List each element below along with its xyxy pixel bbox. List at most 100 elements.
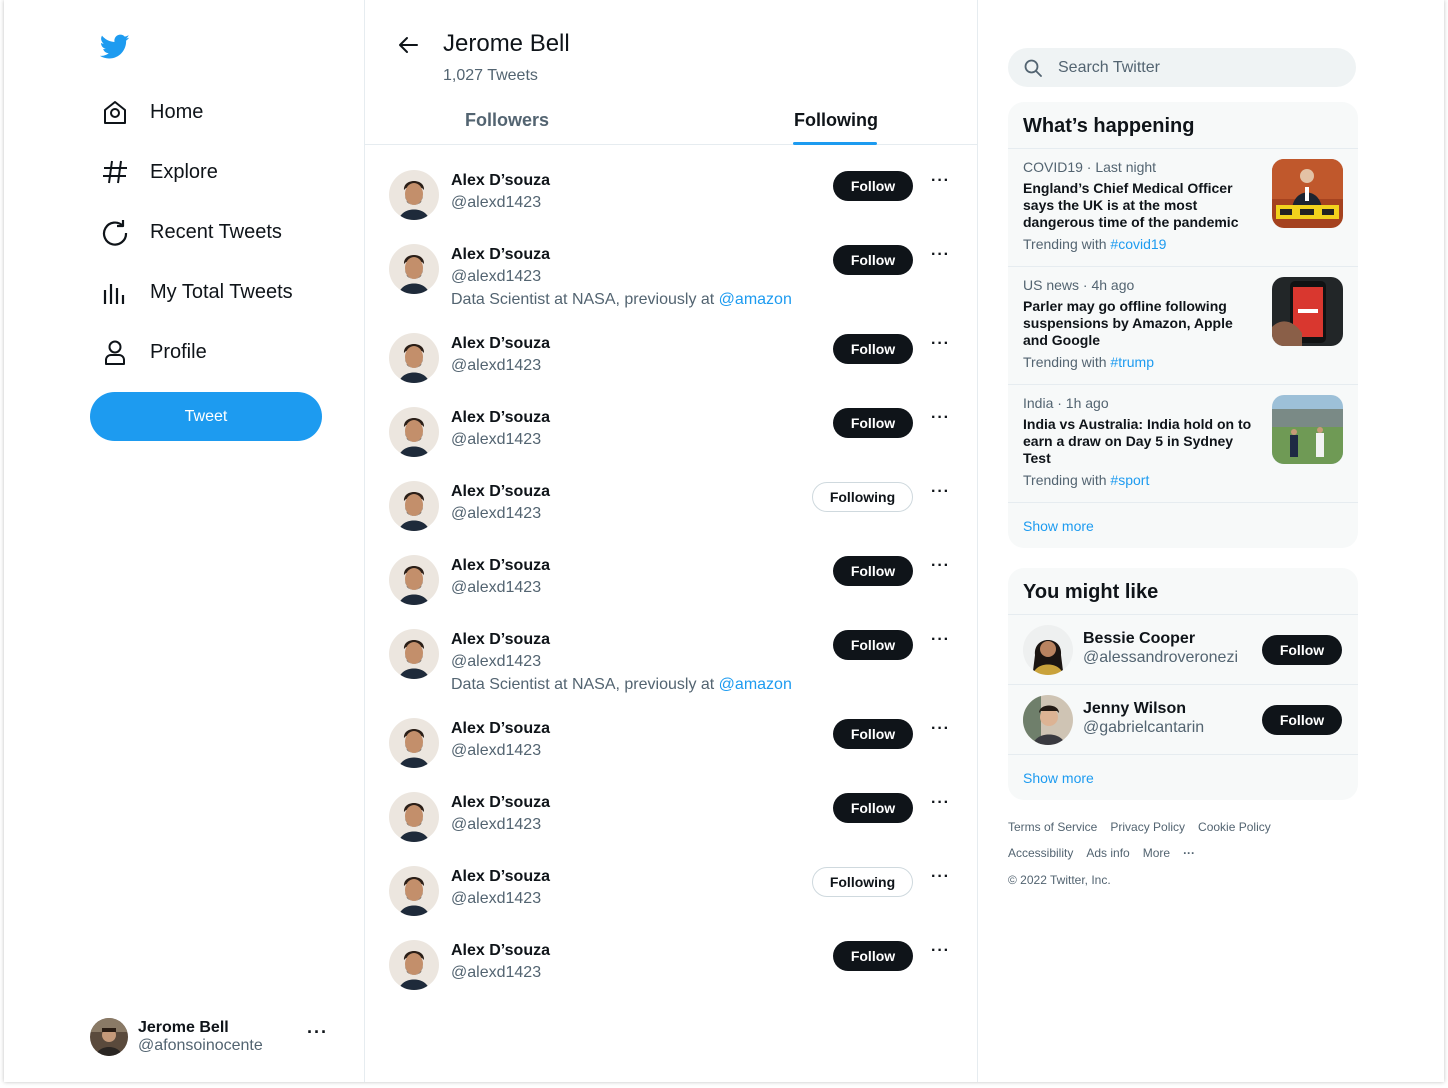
following-button[interactable]: Following <box>812 867 913 897</box>
footer-link-ads-info[interactable]: Ads info <box>1086 840 1129 866</box>
follow-button[interactable]: Follow <box>833 556 913 586</box>
account-switcher[interactable]: Jerome Bell @afonsoinocente ··· <box>90 1016 330 1058</box>
suggested-user[interactable]: Jenny Wilson @gabrielcantarin Follow <box>1008 684 1358 754</box>
follow-button[interactable]: Follow <box>1262 705 1342 735</box>
user-handle: @alexd1423 <box>451 431 542 448</box>
show-more-link[interactable]: Show more <box>1008 754 1358 800</box>
follow-button[interactable]: Follow <box>833 408 913 438</box>
list-item[interactable]: Alex D’souza @alexd1423 Follow ··· <box>389 940 957 990</box>
more-icon[interactable]: ··· <box>931 172 950 190</box>
more-icon[interactable]: ··· <box>931 794 950 812</box>
trending-prefix: Trending with <box>1023 354 1111 370</box>
back-arrow-icon[interactable] <box>395 32 421 58</box>
bio-mention-link[interactable]: @amazon <box>719 676 792 693</box>
user-name[interactable]: Alex D’souza <box>451 483 550 501</box>
avatar <box>1023 625 1073 675</box>
user-name[interactable]: Alex D’souza <box>451 631 550 649</box>
nav-item-explore[interactable]: Explore <box>100 142 293 202</box>
user-name[interactable]: Alex D’souza <box>451 246 550 264</box>
user-name[interactable]: Alex D’souza <box>451 557 550 575</box>
list-item[interactable]: Alex D’souza @alexd1423 Follow ··· <box>389 170 957 220</box>
user-name[interactable]: Alex D’souza <box>451 172 550 190</box>
account-handle: @afonsoinocente <box>138 1037 263 1054</box>
user-name[interactable]: Alex D’souza <box>451 335 550 353</box>
list-item[interactable]: Alex D’souza @alexd1423 Data Scientist at … <box>389 629 957 703</box>
suggested-user[interactable]: Bessie Cooper @alessandroveronezi Follow <box>1008 614 1358 684</box>
more-icon[interactable]: ··· <box>931 246 950 264</box>
more-icon[interactable]: ··· <box>931 631 950 649</box>
tab-followers[interactable]: Followers <box>465 110 549 131</box>
follow-button[interactable]: Follow <box>833 245 913 275</box>
twitter-logo-icon[interactable] <box>99 34 130 64</box>
avatar <box>389 718 439 768</box>
user-handle: @alexd1423 <box>451 268 542 285</box>
footer: Terms of Service Privacy Policy Cookie P… <box>1008 814 1358 893</box>
more-icon[interactable]: ··· <box>1183 840 1195 866</box>
avatar <box>90 1018 128 1056</box>
user-name[interactable]: Alex D’souza <box>451 409 550 427</box>
trend-item[interactable]: India · 1h ago India vs Australia: India… <box>1008 384 1358 502</box>
nav-item-recent-tweets[interactable]: Recent Tweets <box>100 202 293 262</box>
list-item[interactable]: Alex D’souza @alexd1423 Follow ··· <box>389 718 957 768</box>
footer-link-terms[interactable]: Terms of Service <box>1008 814 1097 840</box>
list-item[interactable]: Alex D’souza @alexd1423 Following ··· <box>389 481 957 531</box>
follow-button[interactable]: Follow <box>833 941 913 971</box>
follow-button[interactable]: Follow <box>833 630 913 660</box>
more-icon[interactable]: ··· <box>931 868 950 886</box>
suggested-user-handle: @alessandroveronezi <box>1083 649 1238 666</box>
show-more-link[interactable]: Show more <box>1008 502 1358 548</box>
search-input[interactable]: Search Twitter <box>1008 48 1356 87</box>
list-item[interactable]: Alex D’souza @alexd1423 Follow ··· <box>389 407 957 457</box>
footer-link-cookie[interactable]: Cookie Policy <box>1198 814 1271 840</box>
page-title: Jerome Bell <box>443 30 570 57</box>
user-name[interactable]: Alex D’souza <box>451 868 550 886</box>
trend-hashtag[interactable]: #trump <box>1110 354 1154 370</box>
user-name[interactable]: Alex D’souza <box>451 942 550 960</box>
main-column: Jerome Bell 1,027 Tweets Followers Follo… <box>365 0 978 1082</box>
footer-link-accessibility[interactable]: Accessibility <box>1008 840 1073 866</box>
trend-thumbnail <box>1272 395 1343 464</box>
list-item[interactable]: Alex D’souza @alexd1423 Following ··· <box>389 866 957 916</box>
more-icon[interactable]: ··· <box>307 1022 328 1043</box>
more-icon[interactable]: ··· <box>931 942 950 960</box>
nav-item-my-total-tweets[interactable]: My Total Tweets <box>100 262 293 322</box>
bio-mention-link[interactable]: @amazon <box>719 291 792 308</box>
more-icon[interactable]: ··· <box>931 557 950 575</box>
more-icon[interactable]: ··· <box>931 483 950 501</box>
trend-hashtag[interactable]: #sport <box>1110 472 1149 488</box>
follow-button[interactable]: Follow <box>833 719 913 749</box>
more-icon[interactable]: ··· <box>931 720 950 738</box>
follow-button[interactable]: Follow <box>833 334 913 364</box>
follow-button[interactable]: Follow <box>833 793 913 823</box>
refresh-icon <box>100 217 130 247</box>
trend-headline: India vs Australia: India hold on to ear… <box>1023 416 1252 466</box>
list-item[interactable]: Alex D’souza @alexd1423 Data Scientist at … <box>389 244 957 318</box>
list-item[interactable]: Alex D’souza @alexd1423 Follow ··· <box>389 555 957 605</box>
trend-item[interactable]: US news · 4h ago Parler may go offline f… <box>1008 266 1358 384</box>
trend-hashtag[interactable]: #covid19 <box>1110 236 1166 252</box>
list-item[interactable]: Alex D’souza @alexd1423 Follow ··· <box>389 792 957 842</box>
list-item[interactable]: Alex D’souza @alexd1423 Follow ··· <box>389 333 957 383</box>
nav-item-profile[interactable]: Profile <box>100 322 293 382</box>
user-handle: @alexd1423 <box>451 357 542 374</box>
tweet-button[interactable]: Tweet <box>90 392 322 441</box>
following-button[interactable]: Following <box>812 482 913 512</box>
trend-item[interactable]: COVID19 · Last night England’s Chief Med… <box>1008 148 1358 266</box>
more-icon[interactable]: ··· <box>931 335 950 353</box>
avatar <box>1023 695 1073 745</box>
more-icon[interactable]: ··· <box>931 409 950 427</box>
user-name[interactable]: Alex D’souza <box>451 720 550 738</box>
panel-title: You might like <box>1023 581 1159 603</box>
hashtag-icon <box>100 157 130 187</box>
footer-link-more[interactable]: More <box>1143 840 1170 866</box>
user-name[interactable]: Alex D’souza <box>451 794 550 812</box>
search-placeholder: Search Twitter <box>1058 58 1160 76</box>
follow-button[interactable]: Follow <box>833 171 913 201</box>
footer-link-privacy[interactable]: Privacy Policy <box>1110 814 1185 840</box>
left-sidebar: Home Explore Recent Tweets My Total Twee… <box>4 0 365 1082</box>
suggested-user-name: Bessie Cooper <box>1083 630 1196 647</box>
avatar <box>389 792 439 842</box>
follow-button[interactable]: Follow <box>1262 635 1342 665</box>
nav-item-home[interactable]: Home <box>100 82 293 142</box>
tab-following[interactable]: Following <box>794 110 878 131</box>
